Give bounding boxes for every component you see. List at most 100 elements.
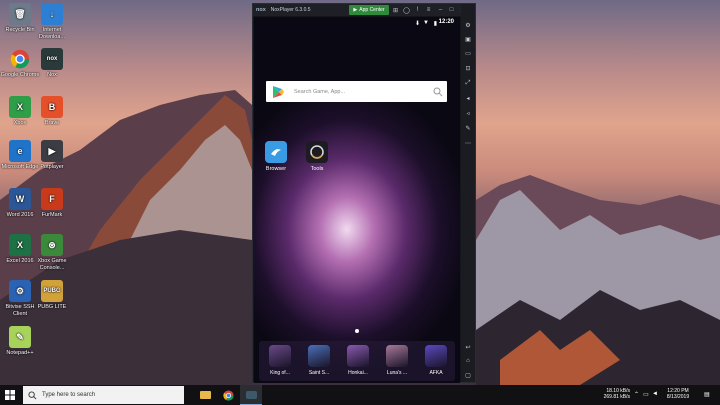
user-icon[interactable]: ◯ <box>402 5 411 15</box>
dock-app-label: Luna's ... <box>386 370 408 376</box>
tools-icon <box>306 141 328 163</box>
desktop-shortcut-label: Potplayer <box>40 164 64 170</box>
screenshot-icon[interactable]: ▣ <box>463 34 473 44</box>
desktop-shortcut[interactable]: ⊛ Xbox Game Console... <box>32 234 72 271</box>
pubg-icon: PUBG <box>41 280 63 302</box>
desktop-shortcut-label: FurMark <box>41 212 63 218</box>
notifications-icon[interactable]: ▤ <box>704 391 710 398</box>
dock-app-label: Honkai... <box>348 370 368 376</box>
dock-app-label: Saint S... <box>308 370 330 376</box>
start-button[interactable] <box>0 385 20 405</box>
page-indicator <box>355 329 359 333</box>
file-explorer-button[interactable] <box>194 385 216 405</box>
search-icon[interactable] <box>433 87 443 97</box>
google-play-icon <box>273 85 284 98</box>
app-label: Tools <box>310 166 324 172</box>
recent-apps-icon[interactable]: ▢ <box>463 370 473 380</box>
gift-icon[interactable]: ⊞ <box>391 5 400 15</box>
desktop-shortcut-label: Nox <box>47 72 57 78</box>
desktop-shortcut[interactable]: PUBG PUBG LITE <box>32 280 72 311</box>
desktop-shortcut[interactable]: ↓ Internet Downloa... <box>32 3 72 40</box>
wifi-icon: ▼ <box>423 20 429 26</box>
dock-app[interactable]: King of... <box>265 345 295 376</box>
notepad-icon: ✎ <box>9 326 31 348</box>
game-icon <box>386 345 408 367</box>
desktop-shortcut[interactable]: ▶ Potplayer <box>32 140 72 171</box>
chrome-taskbar-button[interactable] <box>217 385 239 405</box>
dock-app[interactable]: AFKA <box>421 345 451 376</box>
desktop-shortcut[interactable]: F FurMark <box>32 188 72 219</box>
nox-icon: nox <box>41 48 63 70</box>
volume-down-icon[interactable]: ◃ <box>463 108 473 118</box>
nox-taskbar-button[interactable] <box>240 385 262 405</box>
game-icon <box>347 345 369 367</box>
shake-icon[interactable]: ✎ <box>463 123 473 133</box>
browser-icon <box>265 141 287 163</box>
xbox-console-icon: ⊛ <box>41 234 63 256</box>
nox-window-title: NoxPlayer 6.3.0.5 <box>270 7 311 13</box>
desktop-shortcut-label: PUBG LITE <box>37 304 67 310</box>
search-icon <box>28 390 37 399</box>
nox-player-window: nox NoxPlayer 6.3.0.5 ▶ App Center ⊞ ◯ !… <box>252 3 476 383</box>
minimize-icon[interactable]: – <box>436 5 445 15</box>
network-speed: 18.10 kB/s 269.81 kB/s <box>598 388 630 400</box>
dock-app-label: AFKA <box>429 370 443 376</box>
network-icon[interactable]: ▭ <box>643 391 649 398</box>
taskbar-search-placeholder: Type here to search <box>42 392 96 398</box>
screen-icon[interactable]: ▭ <box>463 48 473 58</box>
word-icon: W <box>9 188 31 210</box>
potplayer-icon: ▶ <box>41 140 63 162</box>
game-icon <box>425 345 447 367</box>
edge-icon: e <box>9 140 31 162</box>
search-bar[interactable]: Search Game, App... <box>266 81 447 102</box>
excel-icon: X <box>9 234 31 256</box>
app-dock: King of... Saint S... Honkai... Luna's ... A… <box>259 341 455 381</box>
desktop-shortcut[interactable]: B Brave <box>32 96 72 127</box>
windows-icon <box>5 390 15 400</box>
nox-logo: nox <box>256 7 266 13</box>
recycle-bin-icon: 🗑 <box>9 3 31 25</box>
game-icon <box>308 345 330 367</box>
app-browser[interactable]: Browser <box>261 141 291 172</box>
battery-icon: ▮ <box>433 21 437 27</box>
internet-download-icon: ↓ <box>41 3 63 25</box>
desktop-shortcut-label: Internet Downloa... <box>39 27 65 40</box>
desktop-shortcut[interactable]: nox Nox <box>32 48 72 79</box>
dock-app[interactable]: Honkai... <box>343 345 373 376</box>
taskbar-search-box[interactable]: Type here to search <box>23 386 184 404</box>
clock[interactable]: 12:20 PM 8/13/2019 <box>660 388 696 400</box>
maximize-icon[interactable]: □ <box>447 5 456 15</box>
keyboard-icon[interactable]: ⚙ <box>463 20 473 30</box>
play-store-small-icon: ▶ <box>353 7 358 13</box>
alert-icon[interactable]: ! <box>413 5 422 15</box>
chevron-up-icon[interactable]: ⌃ <box>634 391 639 398</box>
desktop-shortcut-label: Notepad++ <box>6 350 34 356</box>
apk-icon[interactable]: ⊡ <box>463 63 473 73</box>
nox-sidebar: ⚙ ▣ ▭ ⊡ ⤢ ◂ ◃ ✎ ⋯ ↩ ⌂ ▢ <box>461 4 475 382</box>
desktop-shortcut[interactable]: ✎ Notepad++ <box>0 326 40 357</box>
desktop-shortcut-label: Brave <box>44 120 60 126</box>
taskbar: Type here to search 18.10 kB/s 269.81 kB… <box>0 385 720 405</box>
dock-app[interactable]: Luna's ... <box>382 345 412 376</box>
home-icon[interactable]: ⌂ <box>463 356 473 366</box>
chrome-icon <box>222 389 234 401</box>
back-icon[interactable]: ↩ <box>463 342 473 352</box>
download-speed: 269.81 kB/s <box>603 394 630 400</box>
volume-icon[interactable]: ◄ <box>652 391 658 397</box>
brave-icon: B <box>41 96 63 118</box>
nox-icon <box>245 390 257 399</box>
menu-icon[interactable]: ≡ <box>424 5 433 15</box>
desktop-shortcut-label: Xbox Game Console... <box>37 258 67 271</box>
status-bar: ⬇ ▼ ▮ 12:20 <box>254 19 460 29</box>
dock-app[interactable]: Saint S... <box>304 345 334 376</box>
fullscreen-icon[interactable]: ⤢ <box>463 78 473 88</box>
android-screen[interactable]: ⬇ ▼ ▮ 12:20 Search Game, App... Browser <box>254 17 460 383</box>
app-tools[interactable]: Tools <box>302 141 332 172</box>
more-icon[interactable]: ⋯ <box>463 138 473 148</box>
app-center-button[interactable]: ▶ App Center <box>349 5 389 15</box>
app-center-label: App Center <box>359 7 385 13</box>
xbox-icon: X <box>9 96 31 118</box>
volume-up-icon[interactable]: ◂ <box>463 93 473 103</box>
clock-date: 8/13/2019 <box>666 394 690 400</box>
app-label: Browser <box>265 166 287 172</box>
